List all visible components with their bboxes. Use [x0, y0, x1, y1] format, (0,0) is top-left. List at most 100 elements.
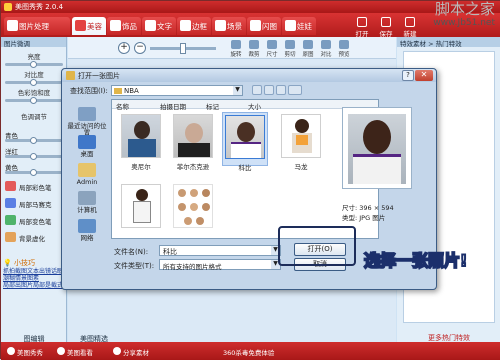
tab-image-processing[interactable]: 图片处理 [4, 17, 70, 35]
file-thumbnail-selected[interactable]: 科比 [222, 112, 268, 172]
original-button[interactable]: 原图 [300, 39, 316, 58]
file-thumbnail[interactable]: 奥尼尔 [118, 114, 164, 171]
edit-toolbar: + − 旋转 裁剪 尺寸 剪切 原图 对比 预览 [68, 37, 396, 59]
folder-icon [114, 88, 122, 94]
heart-icon [110, 20, 121, 31]
close-button[interactable]: ✕ [415, 70, 433, 81]
text-icon [145, 20, 156, 31]
up-folder-button[interactable] [264, 85, 274, 95]
look-in-dropdown[interactable]: NBA ▼ [111, 85, 243, 96]
magenta-slider[interactable]: 洋红 [5, 147, 63, 160]
resize-button[interactable]: 尺寸 [264, 39, 280, 58]
effect-local-mosaic[interactable]: 局部马赛克 [3, 197, 65, 209]
tab-flash[interactable]: 闪图 [247, 17, 281, 35]
place-recent[interactable]: 最近访问的位置 [66, 107, 108, 137]
filetype-select[interactable]: 所有支持的图片格式 ▼ [159, 259, 281, 271]
tab-scene[interactable]: 场景 [212, 17, 246, 35]
left-panel: 图片微调 亮度 对比度 色彩饱和度 色调调节 青色 洋红 黄色 局部彩色笔 局部… [1, 37, 67, 343]
brightness-slider[interactable]: 亮度 [5, 51, 63, 68]
zoom-out-button[interactable]: − [134, 42, 146, 54]
highlight-box [278, 226, 356, 266]
place-desktop[interactable]: 桌面 [66, 135, 108, 158]
compare-button[interactable]: 对比 [318, 39, 334, 58]
effect-local-recolor[interactable]: 局部变色笔 [3, 214, 65, 226]
place-network[interactable]: 网络 [66, 219, 108, 242]
open-button[interactable]: 打开 [351, 15, 373, 38]
left-panel-title: 图片微调 [1, 37, 66, 48]
hue-slider[interactable]: 色调调节 [5, 111, 63, 121]
contrast-slider[interactable]: 对比度 [5, 69, 63, 86]
col-name[interactable]: 名称 [116, 101, 129, 111]
crop-button[interactable]: 裁剪 [246, 39, 262, 58]
tab-text[interactable]: 文字 [142, 17, 176, 35]
slider-thumb[interactable] [30, 61, 37, 68]
preview-icon [339, 40, 349, 49]
frame-icon [180, 20, 191, 31]
status-item[interactable]: 美图秀秀 [7, 347, 43, 357]
image-size: 尺寸: 396 × 594 [342, 204, 394, 212]
file-thumbnail[interactable]: 菲尔杰克逊 [170, 114, 216, 171]
tab-beauty[interactable]: 美容 [72, 17, 106, 35]
title-bar: 美图秀秀 2.0.4 [1, 1, 500, 13]
zoom-in-button[interactable]: + [118, 42, 130, 54]
effect-background-blur[interactable]: 背景虚化 [3, 231, 65, 243]
help-button[interactable]: ? [402, 70, 414, 81]
tab-doll[interactable]: 娃娃 [282, 17, 316, 35]
filename-label: 文件名(N): [114, 248, 149, 256]
share-icon [113, 347, 121, 355]
tip-link[interactable]: 抓拍截图文本出镜话眼 [3, 268, 65, 275]
slider-thumb[interactable] [30, 79, 37, 86]
places-bar: 最近访问的位置 桌面 Admin 计算机 网络 [66, 101, 108, 251]
image-info: 尺寸: 396 × 594 类型: JPG 图片 [342, 203, 394, 223]
cyan-slider[interactable]: 青色 [5, 131, 63, 144]
slider-thumb[interactable] [30, 169, 37, 176]
dialog-title-bar: 打开一张图片 [62, 69, 436, 82]
col-size[interactable]: 大小 [248, 101, 261, 111]
save-button[interactable]: 保存 [375, 15, 397, 38]
new-folder-button[interactable] [276, 85, 286, 95]
filename-input[interactable]: 科比 ▼ [159, 245, 281, 256]
col-tag[interactable]: 标记 [206, 101, 219, 111]
tip-link[interactable]: 局部出图片局部是截式 [3, 282, 65, 289]
watermark: 脚本之家 www.Jb51.net [433, 0, 495, 28]
new-button[interactable]: 新建 [399, 15, 421, 38]
yellow-slider[interactable]: 黄色 [5, 163, 63, 176]
file-thumbnail[interactable]: 马龙 [278, 114, 324, 171]
zoom-thumb[interactable] [180, 43, 186, 54]
image-type: 类型: JPG 图片 [342, 214, 386, 222]
file-thumbnail[interactable] [118, 184, 164, 231]
save-icon [381, 17, 391, 27]
tab-frame[interactable]: 边框 [177, 17, 211, 35]
column-header: 名称 拍摄日期 标记 大小 [112, 100, 378, 111]
image-preview [342, 107, 412, 189]
preview-button[interactable]: 预览 [336, 39, 352, 58]
user-folder-icon [78, 163, 96, 177]
col-date[interactable]: 拍摄日期 [160, 101, 186, 111]
place-computer[interactable]: 计算机 [66, 191, 108, 214]
rotate-button[interactable]: 旋转 [228, 39, 244, 58]
tab-accessories[interactable]: 饰品 [107, 17, 141, 35]
file-thumbnail[interactable] [170, 184, 216, 231]
status-item[interactable]: 美图看看 [57, 347, 93, 357]
scene-icon [215, 20, 226, 31]
status-item[interactable]: 分享素材 [113, 347, 149, 357]
status-ad[interactable]: 360杀毒免费体验 [223, 347, 274, 357]
image-icon [7, 20, 18, 31]
slider-thumb[interactable] [30, 97, 37, 104]
tip-link[interactable]: 潮糊情景图素 [3, 275, 65, 282]
file-list: 名称 拍摄日期 标记 大小 奥尼尔 菲尔杰克逊 科比 马龙 [111, 99, 379, 239]
new-icon [405, 17, 415, 27]
saturation-slider[interactable]: 色彩饱和度 [5, 87, 63, 104]
place-user[interactable]: Admin [66, 163, 108, 186]
back-button[interactable] [252, 85, 262, 95]
face-icon [75, 20, 86, 31]
tips-heading: 💡 小技巧 [3, 259, 35, 267]
slider-thumb[interactable] [30, 153, 37, 160]
filetype-label: 文件类型(T): [114, 262, 155, 270]
rotate-icon [231, 40, 241, 49]
cut-button[interactable]: 剪切 [282, 39, 298, 58]
effect-local-color-pen[interactable]: 局部彩色笔 [3, 180, 65, 192]
view-menu-button[interactable] [288, 85, 302, 95]
slider-thumb[interactable] [30, 137, 37, 144]
compare-icon [321, 40, 331, 49]
